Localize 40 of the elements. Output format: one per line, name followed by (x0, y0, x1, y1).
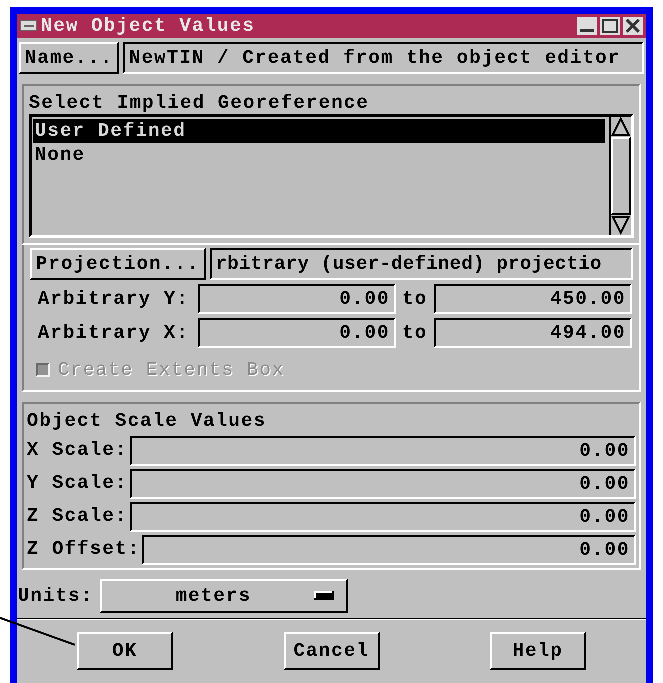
georeference-list[interactable]: User Defined None (29, 114, 634, 238)
scroll-up-icon[interactable] (611, 117, 631, 137)
minimize-icon[interactable] (577, 17, 597, 35)
range-label: Arbitrary X: (38, 320, 190, 346)
range-from-field[interactable]: 0.00 (198, 284, 396, 314)
scale-field[interactable]: 0.00 (130, 502, 636, 532)
range-label: Arbitrary Y: (38, 286, 190, 312)
projection-field[interactable]: rbitrary (user-defined) projectio (210, 248, 633, 280)
scale-field[interactable]: 0.00 (130, 468, 636, 498)
object-name-field[interactable]: NewTIN / Created from the object editor (123, 42, 644, 74)
list-item[interactable]: None (33, 143, 605, 167)
scrollbar[interactable] (609, 117, 631, 235)
panel-title: Object Scale Values (27, 409, 268, 434)
scale-label: Z Offset: (27, 537, 142, 562)
list-item[interactable]: User Defined (33, 119, 605, 143)
maximize-icon[interactable] (600, 17, 620, 35)
to-label: to (401, 320, 429, 346)
range-to-field[interactable]: 450.00 (434, 284, 632, 314)
scale-field[interactable]: 0.00 (142, 534, 636, 564)
range-to-field[interactable]: 494.00 (434, 318, 632, 348)
dialog-button[interactable]: Help (490, 632, 586, 670)
range-from-field[interactable]: 0.00 (198, 318, 396, 348)
scale-field[interactable]: 0.00 (130, 436, 636, 466)
projection-button[interactable]: Projection... (30, 248, 206, 280)
dialog-button[interactable]: OK (77, 632, 173, 670)
extents-label: Create Extents Box (58, 358, 285, 383)
scale-label: Y Scale: (27, 471, 129, 496)
scale-label: X Scale: (27, 438, 129, 464)
close-icon[interactable] (623, 17, 643, 35)
units-label: Units: (18, 584, 94, 609)
name-button[interactable]: Name... (19, 42, 120, 74)
units-dropdown[interactable]: meters (100, 579, 348, 613)
window-title: New Object Values (41, 14, 256, 39)
scale-label: Z Scale: (27, 504, 129, 530)
to-label: to (401, 286, 429, 312)
scroll-down-icon[interactable] (611, 215, 631, 235)
panel-title: Select Implied Georeference (29, 92, 370, 114)
dialog-button[interactable]: Cancel (284, 632, 380, 670)
window-menu-icon[interactable] (20, 20, 38, 32)
dropdown-indicator-icon (314, 591, 334, 601)
